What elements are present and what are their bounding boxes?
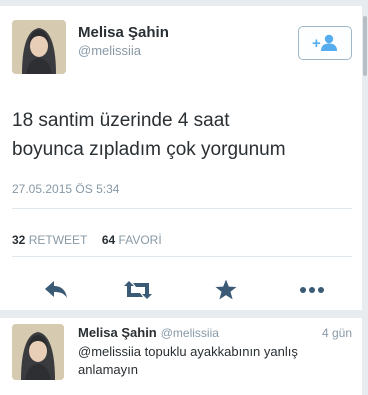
avatar[interactable] bbox=[12, 20, 66, 74]
reply-button[interactable] bbox=[38, 276, 74, 304]
tweet-stats: 32 RETWEET 64 FAVORİ bbox=[12, 233, 162, 247]
avatar-photo bbox=[12, 20, 66, 74]
tweet-text: 18 santim üzerinde 4 saat boyunca zıplad… bbox=[12, 106, 352, 164]
reply-text-line: @melissiia topuklu ayakkabının yanlış bbox=[78, 344, 298, 359]
reply-icon bbox=[45, 281, 67, 298]
reply-tweet[interactable]: Melisa Şahin @melissiia 4 gün @melissiia … bbox=[0, 318, 362, 395]
favorite-button[interactable] bbox=[208, 276, 244, 304]
tweet-text-line: boyunca zıpladım çok yorgunum bbox=[12, 139, 286, 160]
reply-text-line: anlamayın bbox=[78, 362, 138, 377]
scrollbar-thumb[interactable] bbox=[363, 16, 367, 76]
tweet-text-line: 18 santim üzerinde 4 saat bbox=[12, 110, 230, 131]
reply-header: Melisa Şahin @melissiia bbox=[78, 325, 219, 340]
reply-text: @melissiia topuklu ayakkabının yanlış an… bbox=[78, 343, 353, 379]
more-button[interactable] bbox=[294, 276, 330, 304]
star-icon bbox=[215, 279, 237, 300]
main-tweet: Melisa Şahin @melissiia + 18 santim üzer… bbox=[0, 6, 362, 310]
divider bbox=[12, 208, 352, 209]
retweet-label[interactable]: RETWEET bbox=[29, 233, 87, 247]
tweet-separator bbox=[0, 310, 362, 318]
divider bbox=[12, 256, 352, 257]
retweet-count[interactable]: 32 bbox=[12, 233, 25, 247]
retweet-icon bbox=[124, 281, 152, 299]
reply-username-handle[interactable]: @melissiia bbox=[161, 326, 219, 340]
display-name[interactable]: Melisa Şahin bbox=[78, 24, 169, 41]
reply-time[interactable]: 4 gün bbox=[322, 326, 352, 340]
tweet-timestamp[interactable]: 27.05.2015 ÖS 5:34 bbox=[12, 182, 119, 196]
avatar-photo bbox=[12, 324, 64, 380]
reply-display-name[interactable]: Melisa Şahin bbox=[78, 325, 157, 340]
tweet-actions bbox=[0, 276, 362, 308]
svg-text:+: + bbox=[312, 35, 321, 52]
more-icon bbox=[300, 287, 324, 293]
favorite-count[interactable]: 64 bbox=[102, 233, 115, 247]
scrollbar[interactable] bbox=[362, 6, 368, 395]
avatar[interactable] bbox=[12, 324, 64, 380]
follow-button[interactable]: + bbox=[298, 26, 352, 60]
username-handle[interactable]: @melissiia bbox=[78, 43, 141, 58]
retweet-button[interactable] bbox=[120, 276, 156, 304]
add-user-icon: + bbox=[312, 34, 337, 52]
favorite-label[interactable]: FAVORİ bbox=[119, 233, 162, 247]
